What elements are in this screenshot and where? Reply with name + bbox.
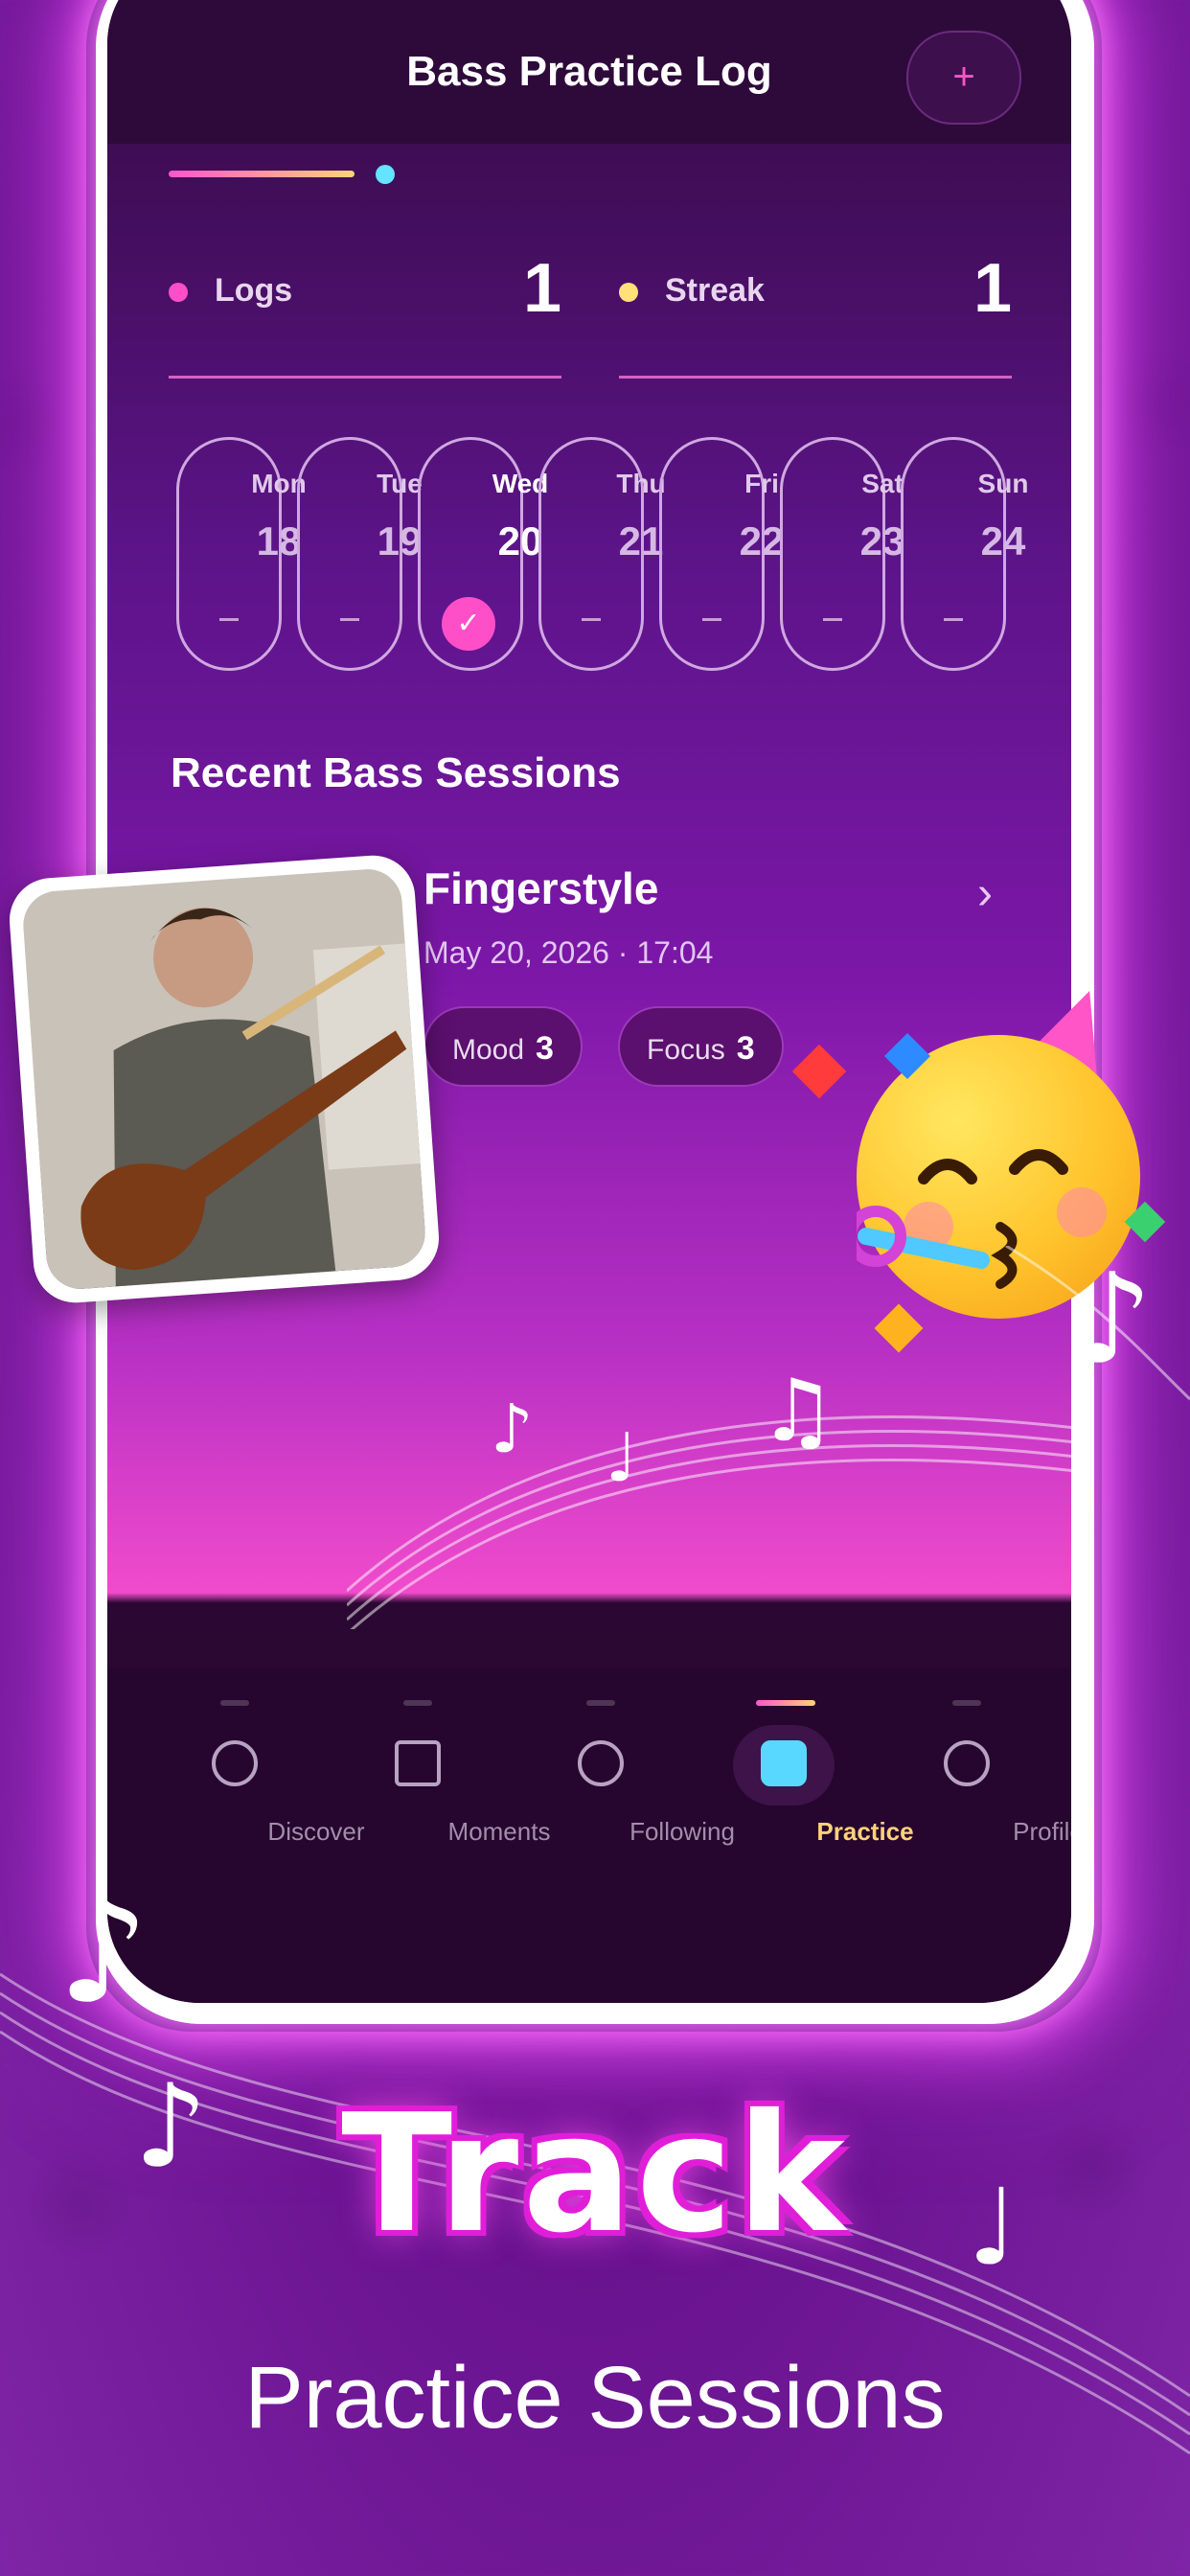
day-empty-mark	[219, 618, 239, 621]
promo-headline: Track	[341, 2080, 849, 2269]
background-star	[1102, 345, 1190, 460]
photo-image	[20, 866, 428, 1292]
mood-tag: Mood 3	[423, 1006, 583, 1087]
streak-dot-icon	[619, 283, 638, 302]
bass-player-photo	[7, 852, 442, 1306]
day-mon[interactable]: Mon 18	[176, 437, 307, 671]
stat-label: Streak	[665, 272, 765, 309]
day-sat[interactable]: Sat 23	[780, 437, 904, 671]
checkmark-icon: ✓	[442, 597, 495, 651]
tag-label: Mood	[452, 1034, 525, 1066]
day-empty-mark	[823, 618, 842, 621]
focus-tag: Focus 3	[618, 1006, 784, 1087]
person-with-bass-illustration	[20, 866, 428, 1292]
day-sun[interactable]: Sun 24	[901, 437, 1028, 671]
promo-subheadline: Practice Sessions	[244, 2349, 946, 2447]
day-date: 24	[980, 518, 1026, 564]
music-note-icon: ♪	[1073, 1246, 1153, 1392]
day-empty-mark	[340, 618, 359, 621]
stat-label: Logs	[215, 272, 293, 309]
day-name: Sun	[977, 469, 1029, 498]
tag-value: 3	[736, 1030, 755, 1067]
day-fri[interactable]: Fri 22	[659, 437, 784, 671]
day-empty-mark	[702, 618, 721, 621]
stat-value: 1	[522, 250, 561, 327]
tag-label: Focus	[647, 1034, 725, 1066]
tag-value: 3	[536, 1030, 554, 1067]
music-staff-lines	[0, 1246, 1190, 2455]
day-wed[interactable]: Wed 20 ✓	[418, 437, 548, 671]
session-datetime: May 20, 2026 · 17:04	[423, 935, 714, 970]
day-thu[interactable]: Thu 21	[538, 437, 666, 671]
stat-streak: Streak 1	[619, 249, 1012, 379]
week-strip: Mon 18 Tue 19 Wed 20 ✓ Thu 21 Fri 22 Sat…	[176, 437, 1028, 671]
add-log-button[interactable]: +	[906, 31, 1021, 125]
background-star	[0, 364, 77, 479]
progress-accent-bar	[169, 171, 355, 177]
progress-accent-dot	[376, 165, 395, 184]
day-empty-mark	[582, 618, 601, 621]
stat-logs: Logs 1	[169, 249, 561, 379]
music-note-icon: ♪	[57, 1869, 149, 2036]
section-title: Recent Bass Sessions	[171, 749, 621, 796]
stat-value: 1	[973, 250, 1012, 327]
logs-dot-icon	[169, 283, 188, 302]
chevron-right-icon: ›	[977, 868, 993, 919]
session-title: Fingerstyle	[423, 863, 659, 913]
day-empty-mark	[944, 618, 963, 621]
day-tue[interactable]: Tue 19	[297, 437, 423, 671]
